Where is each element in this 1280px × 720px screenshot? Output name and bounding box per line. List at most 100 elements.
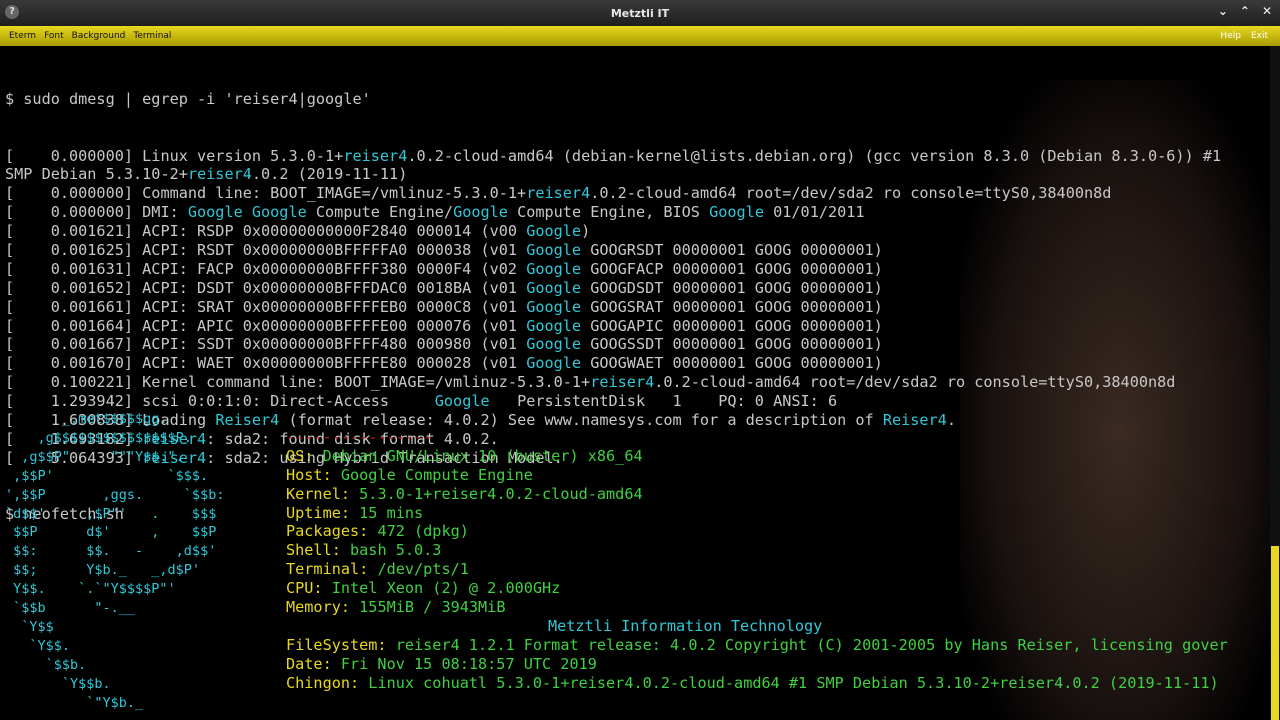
log-text: GOOGFACP 00000001 GOOG 00000001) [581, 259, 883, 278]
close-icon[interactable]: ✕ [1262, 4, 1272, 18]
log-text: [ 0.000000] Linux version 5.3.0-1+ [5, 146, 344, 165]
info-key: CPU: [286, 579, 323, 598]
minimize-icon[interactable]: ⌄ [1218, 4, 1228, 18]
log-text: .0.2-cloud-amd64 root=/dev/sda2 ro conso… [590, 184, 1112, 203]
info-value: bash 5.0.3 [340, 541, 442, 560]
info-row: OS: Debian GNU/Linux 10 (buster) x86_64 [286, 447, 1228, 466]
highlighted-match: Google [526, 222, 582, 241]
menu-item-background[interactable]: Background [72, 31, 126, 41]
info-value: Intel Xeon (2) @ 2.000GHz [322, 579, 561, 598]
highlighted-match: Google [526, 335, 582, 354]
log-text: [ 0.001652] ACPI: DSDT 0x00000000BFFFDAC… [5, 278, 527, 297]
info-value: Linux cohuatl 5.3.0-1+reiser4.0.2-cloud-… [359, 673, 1219, 692]
highlighted-match: reiser4 [187, 165, 252, 184]
dmesg-line: SMP Debian 5.3.10-2+reiser4.0.2 (2019-11… [5, 165, 1265, 184]
log-text: GOOGDSDT 00000001 GOOG 00000001) [581, 278, 883, 297]
log-text: [ 0.001667] ACPI: SSDT 0x00000000BFFFF48… [5, 335, 527, 354]
log-text: (format release: 4.0.2) See www.namesys.… [279, 410, 883, 429]
info-row: Terminal: /dev/pts/1 [286, 560, 1228, 579]
info-key: Shell: [286, 541, 341, 560]
dmesg-line: [ 0.001631] ACPI: FACP 0x00000000BFFFF38… [5, 260, 1265, 279]
highlighted-match: Google [526, 297, 582, 316]
log-text: .0.2-cloud-amd64 root=/dev/sda2 ro conso… [654, 373, 1176, 392]
info-value: 5.3.0-1+reiser4.0.2-cloud-amd64 [350, 484, 643, 503]
info-value: 472 (dpkg) [368, 522, 469, 541]
info-row: Chingon: Linux cohuatl 5.3.0-1+reiser4.0… [286, 674, 1228, 693]
highlighted-match: Google [526, 240, 582, 259]
eterm-menubar: Eterm Font Background Terminal Help Exit [0, 26, 1280, 46]
menu-item-eterm[interactable]: Eterm [9, 31, 36, 41]
log-text: GOOGSRAT 00000001 GOOG 00000001) [581, 297, 883, 316]
dmesg-line: [ 0.000000] DMI: Google Google Compute E… [5, 203, 1265, 222]
scrollbar-thumb[interactable] [1271, 546, 1279, 720]
debian-ascii-logo: _,met$$$$$gg. ,g$$$$$$$$$$$$$$$P. ,g$$P"… [5, 411, 225, 711]
window-titlebar: ? Metztli IT ⌄ ⌃ ✕ [0, 0, 1280, 26]
highlighted-match: Google [709, 203, 764, 222]
highlighted-match: Google [453, 203, 508, 222]
dmesg-line: [ 0.000000] Command line: BOOT_IMAGE=/vm… [5, 184, 1265, 203]
log-text: PersistentDisk 1 PQ: 0 ANSI: 6 [489, 392, 838, 411]
info-value: Debian GNU/Linux 10 (buster) x86_64 [313, 446, 643, 465]
log-text: . [946, 410, 956, 429]
log-text: GOOGWAET 00000001 GOOG 00000001) [581, 354, 883, 373]
info-value: 155MiB / 3943MiB [350, 598, 506, 617]
dmesg-line: [ 0.000000] Linux version 5.3.0-1+reiser… [5, 147, 1265, 166]
info-row: CPU: Intel Xeon (2) @ 2.000GHz [286, 579, 1228, 598]
highlighted-match: Google [434, 392, 490, 411]
info-row: Date: Fri Nov 15 08:18:57 UTC 2019 [286, 655, 1228, 674]
highlighted-match: Google [526, 259, 582, 278]
log-text: [ 1.293942] scsi 0:0:1:0: Direct-Access [5, 392, 435, 411]
info-key: OS: [286, 446, 314, 465]
info-value: /dev/pts/1 [368, 560, 469, 579]
info-key: FileSystem: [286, 635, 387, 654]
info-key: Memory: [286, 598, 351, 617]
info-value: Fri Nov 15 08:18:57 UTC 2019 [331, 654, 597, 673]
log-text: [ 0.000000] DMI: [5, 203, 188, 222]
log-text: [ 0.001661] ACPI: SRAT 0x00000000BFFFFEB… [5, 297, 527, 316]
info-row: Shell: bash 5.0.3 [286, 541, 1228, 560]
info-separator: ---------------- [286, 428, 433, 446]
log-text: [ 0.001621] ACPI: RSDP 0x00000000000F284… [5, 222, 527, 241]
dmesg-line: [ 0.100221] Kernel command line: BOOT_IM… [5, 373, 1265, 392]
info-key: Host: [286, 465, 332, 484]
highlighted-match: reiser4 [590, 373, 655, 392]
menu-item-font[interactable]: Font [44, 31, 64, 41]
dmesg-line: [ 0.001661] ACPI: SRAT 0x00000000BFFFFEB… [5, 298, 1265, 317]
window-menu-icon[interactable]: ? [5, 5, 19, 19]
info-value: Google Compute Engine [331, 465, 533, 484]
maximize-icon[interactable]: ⌃ [1240, 4, 1250, 18]
info-key: Uptime: [286, 503, 351, 522]
dmesg-line: [ 0.001652] ACPI: DSDT 0x00000000BFFFDAC… [5, 279, 1265, 298]
window-title: Metztli IT [610, 6, 670, 20]
info-row: Packages: 472 (dpkg) [286, 522, 1228, 541]
highlighted-match: Google Google [187, 203, 307, 222]
menu-item-terminal[interactable]: Terminal [133, 31, 171, 41]
info-key: Packages: [286, 522, 369, 541]
info-row: Host: Google Compute Engine [286, 466, 1228, 485]
log-text: [ 0.001631] ACPI: FACP 0x00000000BFFFF38… [5, 259, 527, 278]
dmesg-line: [ 0.001667] ACPI: SSDT 0x00000000BFFFF48… [5, 335, 1265, 354]
dmesg-line: [ 0.001621] ACPI: RSDP 0x00000000000F284… [5, 222, 1265, 241]
log-text: .0.2 (2019-11-11) [251, 165, 408, 184]
highlighted-match: reiser4 [526, 184, 591, 203]
log-text: Compute Engine, BIOS [507, 203, 710, 222]
log-text: [ 0.100221] Kernel command line: BOOT_IM… [5, 373, 591, 392]
highlighted-match: Reiser4 [215, 410, 280, 429]
dmesg-line: [ 0.001625] ACPI: RSDT 0x00000000BFFFFFA… [5, 241, 1265, 260]
log-text: SMP Debian 5.3.10-2+ [5, 165, 188, 184]
help-button[interactable]: Help [1220, 31, 1241, 41]
exit-button[interactable]: Exit [1251, 31, 1268, 41]
scrollbar[interactable] [1270, 46, 1280, 720]
highlighted-match: Google [526, 354, 582, 373]
info-value: reiser4 1.2.1 Format release: 4.0.2 Copy… [386, 635, 1228, 654]
log-text: [ 0.001625] ACPI: RSDT 0x00000000BFFFFFA… [5, 240, 527, 259]
log-text: 01/01/2011 [763, 203, 865, 222]
log-text: [ 0.001664] ACPI: APIC 0x00000000BFFFFE0… [5, 316, 527, 335]
dmesg-line: [ 0.001670] ACPI: WAET 0x00000000BFFFFE8… [5, 354, 1265, 373]
info-key: Date: [286, 654, 332, 673]
info-row: Uptime: 15 mins [286, 504, 1228, 523]
log-text: .0.2-cloud-amd64 (debian-kernel@lists.de… [407, 146, 1222, 165]
org-name: Metztli Information Technology [548, 616, 823, 635]
highlighted-match: Google [526, 278, 582, 297]
info-key: Kernel: [286, 484, 351, 503]
